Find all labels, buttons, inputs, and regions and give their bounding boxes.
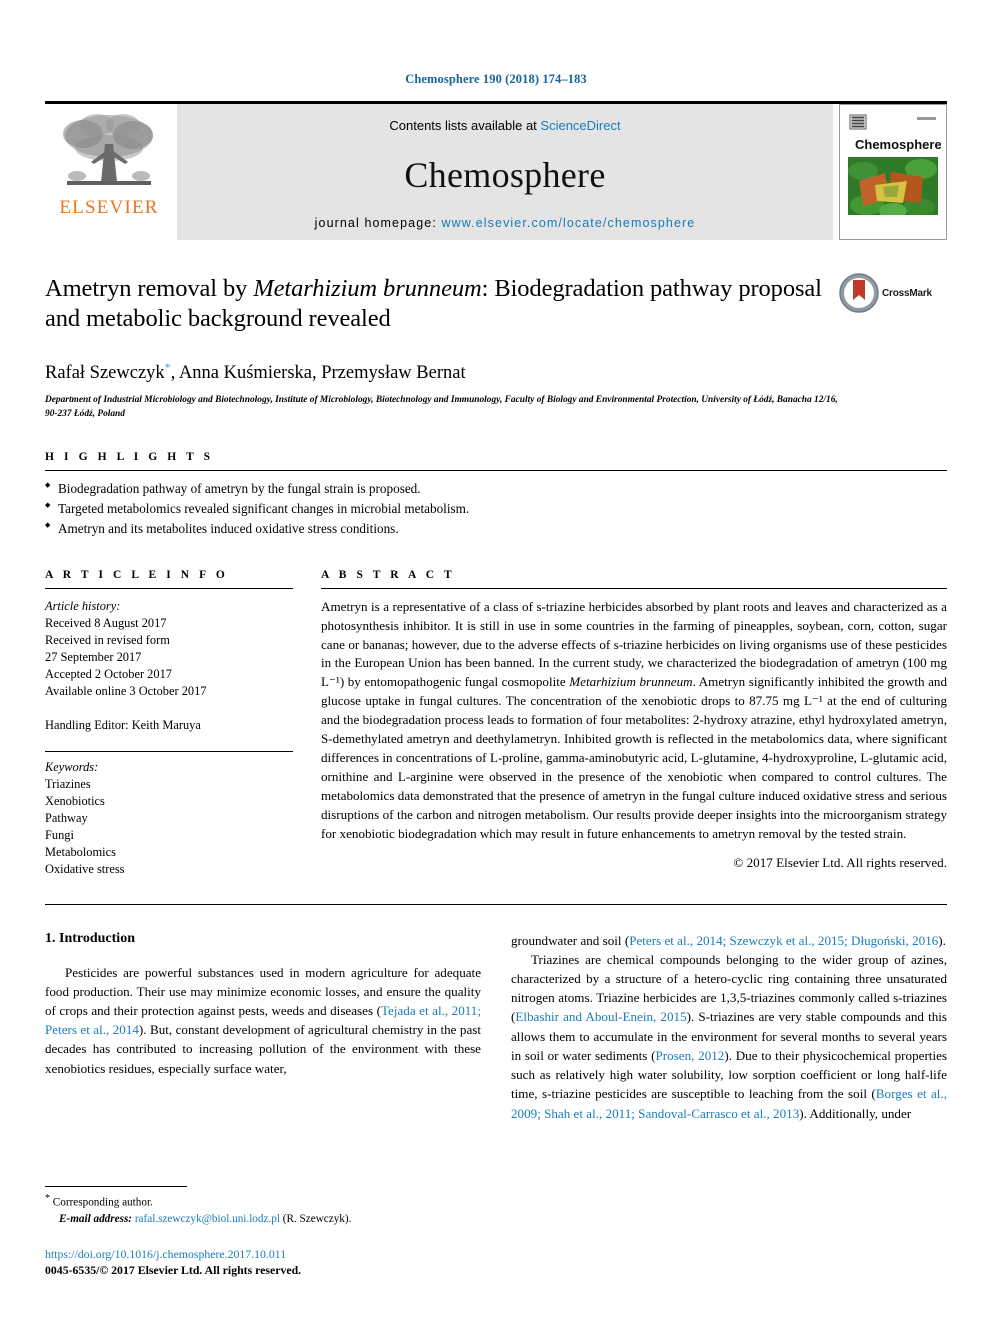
corresponding-author-text: Corresponding author. bbox=[50, 1196, 153, 1209]
footnote-area: * Corresponding author. E-mail address: … bbox=[45, 1185, 485, 1279]
email-suffix: (R. Szewczyk). bbox=[279, 1212, 352, 1225]
email-label: E-mail address: bbox=[59, 1212, 135, 1225]
body-column-right: groundwater and soil (Peters et al., 201… bbox=[511, 931, 947, 1123]
keywords-divider bbox=[45, 750, 293, 752]
body-separator bbox=[45, 903, 947, 905]
corresponding-author-note: * Corresponding author. bbox=[45, 1192, 485, 1211]
abstract-heading: A B S T R A C T bbox=[321, 568, 456, 581]
keywords-list: Triazines Xenobiotics Pathway Fungi Meta… bbox=[45, 776, 293, 878]
email-link[interactable]: rafal.szewczyk@biol.uni.lodz.pl bbox=[135, 1213, 280, 1225]
article-history-label: Article history: bbox=[45, 598, 121, 613]
body-paragraph: Triazines are chemical compounds belongi… bbox=[511, 950, 947, 1123]
paragraph-text: ). Additionally, under bbox=[799, 1105, 912, 1121]
doi-link[interactable]: https://doi.org/10.1016/j.chemosphere.20… bbox=[45, 1246, 485, 1263]
issn-copyright: 0045-6535/© 2017 Elsevier Ltd. All right… bbox=[45, 1263, 302, 1278]
list-item: Accepted 2 October 2017 bbox=[45, 666, 172, 681]
contents-available-line: Contents lists available at ScienceDirec… bbox=[389, 118, 620, 133]
footnote-divider bbox=[45, 1185, 187, 1187]
article-info-column: A R T I C L E I N F O Article history: R… bbox=[45, 569, 293, 878]
list-item: Targeted metabolomics revealed significa… bbox=[45, 499, 947, 519]
paragraph-text: ). bbox=[938, 932, 946, 948]
list-item: Available online 3 October 2017 bbox=[45, 683, 207, 698]
author-first: Rafał Szewczyk bbox=[45, 363, 165, 384]
citation-link[interactable]: Prosen, 2012 bbox=[656, 1048, 725, 1063]
abstract-copyright: © 2017 Elsevier Ltd. All rights reserved… bbox=[733, 854, 947, 870]
citation-link[interactable]: Peters et al., 2014; Szewczyk et al., 20… bbox=[629, 933, 938, 948]
journal-title: Chemosphere bbox=[404, 154, 606, 195]
body-paragraph: groundwater and soil (Peters et al., 201… bbox=[511, 931, 947, 950]
contents-prefix: Contents lists available at bbox=[389, 118, 541, 133]
list-item: Received 8 August 2017 bbox=[45, 615, 167, 630]
doi-block: https://doi.org/10.1016/j.chemosphere.20… bbox=[45, 1246, 485, 1279]
list-item: Triazines bbox=[45, 776, 91, 791]
handling-editor: Handling Editor: Keith Maruya bbox=[45, 717, 201, 732]
list-item: Biodegradation pathway of ametryn by the… bbox=[45, 479, 947, 499]
homepage-prefix: journal homepage: bbox=[314, 216, 442, 230]
page-title: Ametryn removal by Metarhizium brunneum:… bbox=[45, 274, 947, 334]
running-head: Chemosphere 190 (2018) 174–183 bbox=[405, 72, 587, 86]
list-item: Pathway bbox=[45, 810, 88, 825]
crossmark-badge[interactable]: CrossMark bbox=[839, 270, 947, 316]
highlights-section: H I G H L I G H T S Biodegradation pathw… bbox=[45, 451, 947, 538]
affiliation: Department of Industrial Microbiology an… bbox=[45, 395, 838, 420]
journal-cover-thumbnail: Chemosphere bbox=[839, 104, 947, 240]
abstract-organism: Metarhizium brunneum bbox=[569, 674, 693, 690]
journal-masthead: ELSEVIER Contents lists available at Sci… bbox=[45, 101, 947, 240]
email-note: E-mail address: rafal.szewczyk@biol.uni.… bbox=[45, 1211, 485, 1227]
abstract-part-2: . Ametryn significantly inhibited the gr… bbox=[321, 674, 947, 841]
article-history-list: Received 8 August 2017 Received in revis… bbox=[45, 615, 293, 700]
list-item: Xenobiotics bbox=[45, 793, 105, 808]
list-item: Fungi bbox=[45, 827, 74, 842]
info-abstract-row: A R T I C L E I N F O Article history: R… bbox=[45, 569, 947, 878]
highlights-heading: H I G H L I G H T S bbox=[45, 451, 214, 464]
list-item: Metabolomics bbox=[45, 844, 116, 859]
authors-remaining: , Anna Kuśmierska, Przemysław Bernat bbox=[170, 363, 466, 384]
sciencedirect-link[interactable]: ScienceDirect bbox=[540, 118, 620, 133]
citation-link[interactable]: Elbashir and Aboul-Enein, 2015 bbox=[515, 1009, 686, 1024]
list-item: Oxidative stress bbox=[45, 861, 125, 876]
title-part-1: Ametryn removal by bbox=[45, 275, 254, 302]
title-block: Ametryn removal by Metarhizium brunneum:… bbox=[45, 273, 947, 344]
body-columns: 1. Introduction Pesticides are powerful … bbox=[45, 931, 947, 1123]
paragraph-text: groundwater and soil ( bbox=[511, 932, 630, 948]
section-heading-introduction: 1. Introduction bbox=[45, 930, 135, 946]
journal-homepage-link[interactable]: www.elsevier.com/locate/chemosphere bbox=[441, 216, 695, 230]
elsevier-tree-icon bbox=[63, 114, 153, 185]
list-item: Received in revised form bbox=[45, 632, 170, 647]
list-item: Ametryn and its metabolites induced oxid… bbox=[45, 519, 947, 539]
svg-text:Chemosphere: Chemosphere bbox=[855, 137, 941, 152]
body-column-left: 1. Introduction Pesticides are powerful … bbox=[45, 931, 481, 1123]
article-info-body: Article history: Received 8 August 2017 … bbox=[45, 589, 293, 878]
article-info-heading: A R T I C L E I N F O bbox=[45, 568, 229, 581]
abstract-text: Ametryn is a representative of a class o… bbox=[321, 589, 947, 844]
title-organism: Metarhizium brunneum bbox=[253, 275, 482, 302]
crossmark-label: CrossMark bbox=[882, 287, 932, 299]
journal-cover-image: Chemosphere bbox=[845, 111, 941, 233]
list-item: 27 September 2017 bbox=[45, 649, 142, 664]
author-list: Rafał Szewczyk*, Anna Kuśmierska, Przemy… bbox=[45, 360, 947, 384]
elsevier-wordmark: ELSEVIER bbox=[59, 197, 159, 218]
highlights-list: Biodegradation pathway of ametryn by the… bbox=[45, 471, 947, 538]
elsevier-logo: ELSEVIER bbox=[45, 104, 173, 240]
keywords-label: Keywords: bbox=[45, 759, 99, 774]
masthead-center: Contents lists available at ScienceDirec… bbox=[177, 104, 833, 240]
journal-homepage-line: journal homepage: www.elsevier.com/locat… bbox=[315, 216, 696, 230]
crossmark-icon bbox=[839, 273, 879, 313]
abstract-column: A B S T R A C T Ametryn is a representat… bbox=[321, 569, 947, 878]
keywords-section: Keywords: Triazines Xenobiotics Pathway … bbox=[45, 750, 293, 878]
paper-page: Chemosphere 190 (2018) 174–183 ELSEVIER … bbox=[0, 0, 992, 1323]
body-paragraph: Pesticides are powerful substances used … bbox=[45, 963, 481, 1078]
